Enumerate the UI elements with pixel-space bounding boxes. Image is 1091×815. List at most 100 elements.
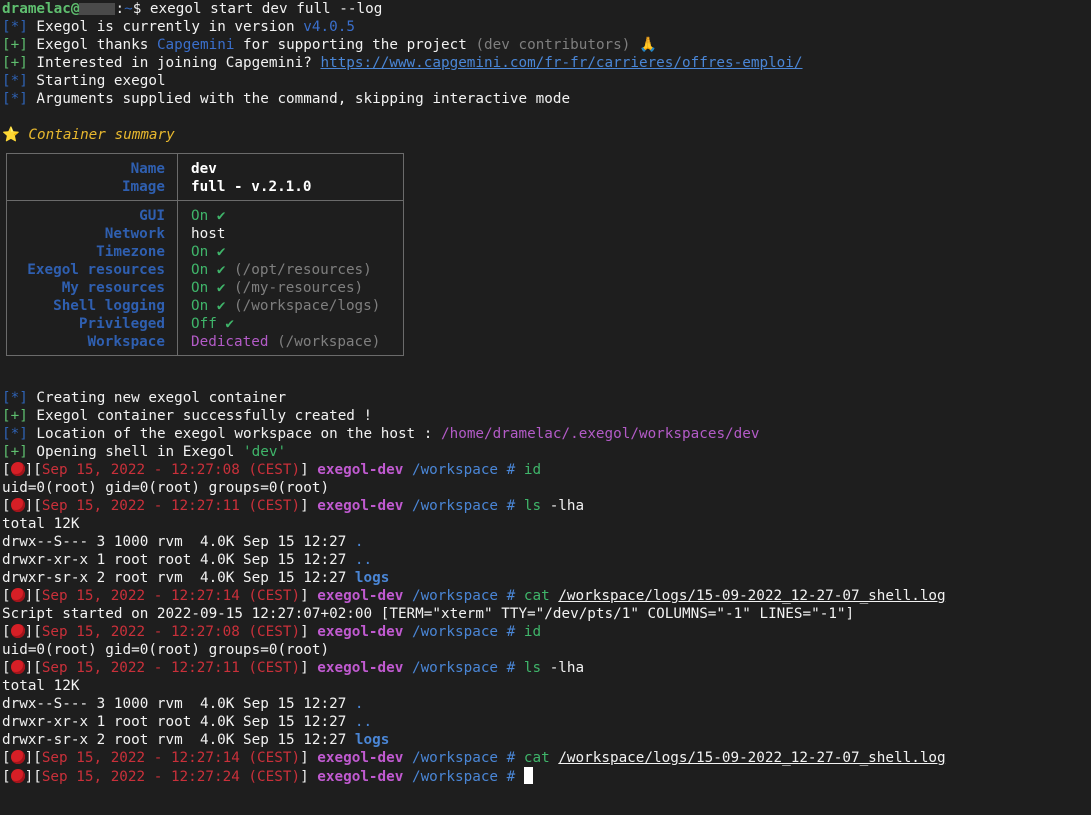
bracket: [ (2, 660, 11, 676)
message-text: Exegol container successfully created ! (27, 408, 373, 424)
prompt-host: exegol-dev (317, 462, 404, 478)
bracket: [ (2, 769, 11, 785)
output-line: Script started on 2022-09-15 12:27:07+02… (2, 605, 1091, 623)
command-name: ls (523, 498, 542, 514)
ls-name: .. (354, 714, 373, 730)
ls-name: . (354, 696, 364, 712)
summary-value-part: On ✔ (191, 208, 226, 224)
summary-value: On ✔ (/my-resources) (191, 279, 403, 297)
command-argument: -lha (541, 498, 585, 514)
message-text: Arguments supplied with the command, ski… (27, 91, 571, 107)
summary-value: On ✔ (191, 243, 403, 261)
message-text: Creating new exegol container (27, 390, 287, 406)
message-line: [*] Arguments supplied with the command,… (2, 90, 1091, 108)
summary-value-part: Off ✔ (191, 316, 235, 332)
text-cursor[interactable] (523, 767, 533, 784)
shell-prompt-line: [][Sep 15, 2022 - 12:27:14 (CEST)] exego… (2, 749, 1091, 767)
careers-link[interactable]: https://www.capgemini.com/fr-fr/carriere… (320, 55, 802, 71)
summary-section-identity: Name Image dev full - v.2.1.0 (7, 154, 403, 200)
summary-key: Image (121, 179, 165, 195)
shell-prompt-line: [][Sep 15, 2022 - 12:27:14 (CEST)] exego… (2, 587, 1091, 605)
command-argument: /workspace/logs/15-09-2022_12-27-07_shel… (558, 750, 946, 766)
command-argument: /workspace/logs/15-09-2022_12-27-07_shel… (558, 588, 946, 604)
summary-value-part: On ✔ (191, 244, 226, 260)
prompt-host: exegol-dev (317, 660, 404, 676)
ls-entry: drwx--S--- 3 1000 rvm 4.0K Sep 15 12:27 (2, 696, 355, 712)
summary-value-part: (/workspace) (268, 334, 381, 350)
command-text: exegol start dev full --log (141, 1, 383, 17)
summary-key: Exegol resources (27, 262, 165, 278)
prompt-separator: : (115, 1, 125, 17)
bracket: ] (300, 498, 318, 514)
bracket: ][ (24, 769, 42, 785)
summary-value: Dedicated (/workspace) (191, 333, 403, 351)
prompt-cwd: /workspace (411, 462, 499, 478)
bracket: ] (300, 769, 318, 785)
status-tag: [*] (2, 426, 28, 442)
prompt-timestamp: Sep 15, 2022 - 12:27:14 (CEST) (41, 750, 301, 766)
message-text: Exegol thanks (27, 37, 157, 53)
command-name: ls (523, 660, 542, 676)
output-line: total 12K (2, 677, 1091, 695)
bracket: [ (2, 750, 11, 766)
summary-value-part: (/opt/resources) (225, 262, 372, 278)
prompt-path: ~ (124, 1, 133, 17)
summary-value: full - v.2.1.0 (191, 179, 312, 195)
bracket: ][ (24, 624, 42, 640)
message-text: Starting exegol (27, 73, 166, 89)
message-line: [+] Interested in joining Capgemini? htt… (2, 54, 1091, 72)
summary-value-part: Dedicated (191, 334, 269, 350)
command-name: cat (523, 588, 550, 604)
prompt-symbol: # (506, 498, 516, 514)
output-line: drwx--S--- 3 1000 rvm 4.0K Sep 15 12:27 … (2, 695, 1091, 713)
status-tag: [*] (2, 91, 28, 107)
prompt-symbol: # (506, 462, 516, 478)
shell-prompt-line: [][Sep 15, 2022 - 12:27:08 (CEST)] exego… (2, 461, 1091, 479)
shell-prompt-line: [][Sep 15, 2022 - 12:27:08 (CEST)] exego… (2, 623, 1091, 641)
startup-messages: [*] Exegol is currently in version v4.0.… (2, 18, 1091, 108)
summary-key: Workspace (87, 334, 165, 350)
prompt-timestamp: Sep 15, 2022 - 12:27:08 (CEST) (41, 624, 301, 640)
summary-value-part: On ✔ (191, 280, 226, 296)
summary-value-part: host (191, 226, 226, 242)
ls-entry: drwx--S--- 3 1000 rvm 4.0K Sep 15 12:27 (2, 534, 355, 550)
ls-entry: drwxr-xr-x 1 root root 4.0K Sep 15 12:27 (2, 714, 355, 730)
message-line: [+] Opening shell in Exegol 'dev' (2, 443, 1091, 461)
output-text: uid=0(root) gid=0(root) groups=0(root) (2, 642, 330, 658)
prompt-symbol: # (506, 750, 516, 766)
prompt-user: dramelac@ (2, 1, 80, 17)
ls-entry: drwxr-sr-x 2 root rvm 4.0K Sep 15 12:27 (2, 570, 355, 586)
bracket: ][ (24, 750, 42, 766)
summary-value: On ✔ (/workspace/logs) (191, 297, 403, 315)
redacted-hostname (79, 3, 116, 15)
summary-value: dev (191, 161, 217, 177)
summary-section-config: GUI Network Timezone Exegol resources My res… (7, 200, 403, 355)
message-text: 🙏 (630, 37, 657, 53)
prompt-timestamp: Sep 15, 2022 - 12:27:11 (CEST) (41, 498, 301, 514)
bracket: ] (300, 750, 318, 766)
ls-name: .. (354, 552, 373, 568)
message-text: Exegol is currently in version (27, 19, 304, 35)
output-text: Script started on 2022-09-15 12:27:07+02… (2, 606, 855, 622)
output-text: total 12K (2, 678, 80, 694)
prompt-cwd: /workspace (411, 624, 499, 640)
output-text: uid=0(root) gid=0(root) groups=0(root) (2, 480, 330, 496)
bracket: [ (2, 462, 11, 478)
bracket: [ (2, 498, 11, 514)
bracket: [ (2, 624, 11, 640)
prompt-symbol: # (506, 624, 516, 640)
container-summary-table: Name Image dev full - v.2.1.0 GUI Network Ti… (6, 153, 404, 356)
status-tag: [*] (2, 19, 28, 35)
terminal-window[interactable]: dramelac@:~$ exegol start dev full --log… (0, 0, 1091, 815)
